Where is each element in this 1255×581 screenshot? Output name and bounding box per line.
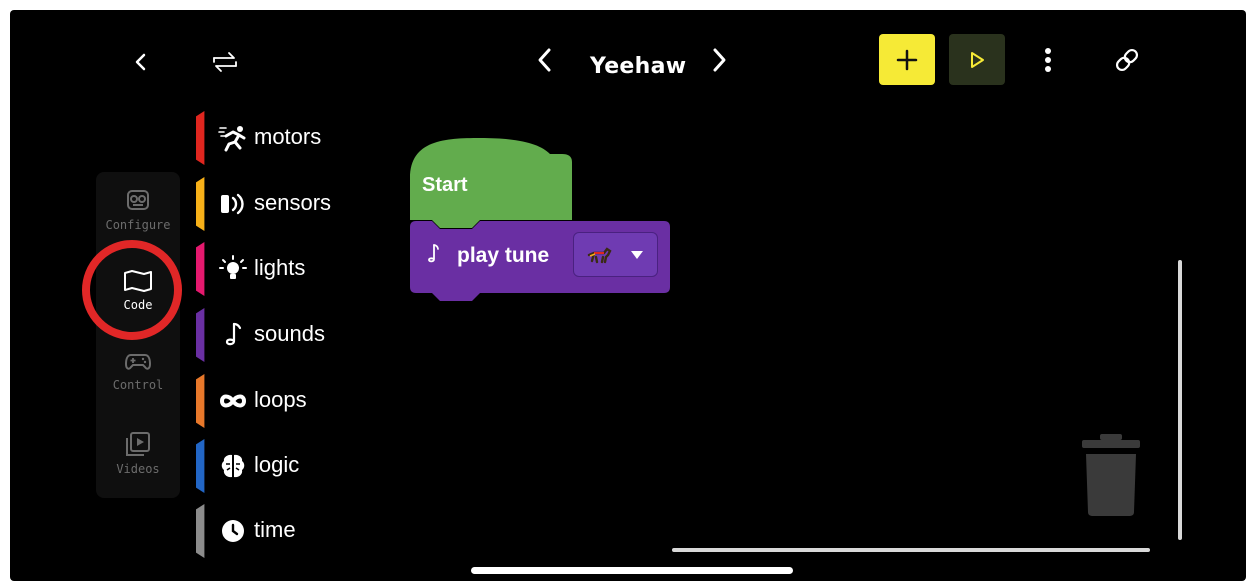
more-vertical-icon[interactable] [1036, 43, 1060, 77]
plus-icon [896, 49, 918, 70]
category-motors[interactable]: motors [196, 111, 396, 165]
play-icon [971, 51, 984, 68]
category-loops[interactable]: loops [196, 374, 396, 428]
category-lights[interactable]: lights [196, 242, 396, 296]
start-block-label: Start [422, 174, 468, 196]
running-person-icon [218, 123, 248, 153]
play-button[interactable] [949, 34, 1005, 85]
music-note-icon [218, 320, 248, 350]
back-chevron-icon[interactable] [126, 47, 156, 77]
music-note-icon [426, 243, 440, 271]
category-label: lights [254, 255, 306, 280]
gamepad-icon [124, 354, 152, 370]
next-project-icon[interactable] [704, 43, 734, 77]
category-logic[interactable]: logic [196, 439, 396, 493]
category-time[interactable]: time [196, 504, 396, 558]
category-color-bar [196, 374, 205, 428]
category-color-bar [196, 504, 205, 558]
play-tune-label: play tune [457, 244, 550, 267]
swap-arrows-icon[interactable] [208, 46, 242, 78]
category-sounds[interactable]: sounds [196, 308, 396, 362]
sidebar-item-control[interactable]: Control [96, 348, 180, 392]
sidebar-item-configure[interactable]: Configure [96, 188, 180, 232]
category-label: time [254, 517, 296, 542]
infinity-icon [218, 386, 248, 416]
category-color-bar [196, 111, 205, 165]
app-screen: Yeehaw Configure Code Control Videos mot… [10, 10, 1246, 581]
sidebar-item-videos[interactable]: Videos [96, 430, 180, 476]
category-label: sounds [254, 321, 325, 346]
home-indicator[interactable] [471, 567, 793, 574]
tune-dropdown[interactable] [573, 232, 658, 277]
project-title[interactable]: Yeehaw [590, 54, 686, 79]
link-icon[interactable] [1110, 43, 1144, 77]
sensor-waves-icon [218, 189, 248, 219]
highlight-annotation-circle [82, 240, 182, 340]
category-label: logic [254, 452, 300, 477]
caret-down-icon [631, 251, 643, 259]
video-play-icon [126, 432, 150, 456]
sidebar-label: Videos [116, 462, 160, 476]
robot-face-icon [127, 190, 149, 210]
category-color-bar [196, 439, 205, 493]
clock-icon [218, 516, 248, 546]
category-sensors[interactable]: sensors [196, 177, 396, 231]
category-label: loops [254, 387, 307, 412]
category-label: sensors [254, 190, 332, 215]
trash-can-icon[interactable] [1078, 430, 1142, 520]
sidebar-label: Configure [105, 218, 171, 232]
prev-project-icon[interactable] [530, 43, 560, 77]
light-bulb-icon [218, 254, 248, 284]
category-color-bar [196, 242, 205, 296]
add-button[interactable] [879, 34, 935, 85]
sidebar-label: Control [112, 378, 164, 392]
horizontal-scrollbar[interactable] [672, 548, 1150, 552]
category-label: motors [254, 124, 322, 149]
brain-icon [218, 451, 248, 481]
category-color-bar [196, 308, 205, 362]
horse-icon [587, 247, 612, 264]
vertical-scrollbar[interactable] [1178, 260, 1182, 540]
category-color-bar [196, 177, 205, 231]
